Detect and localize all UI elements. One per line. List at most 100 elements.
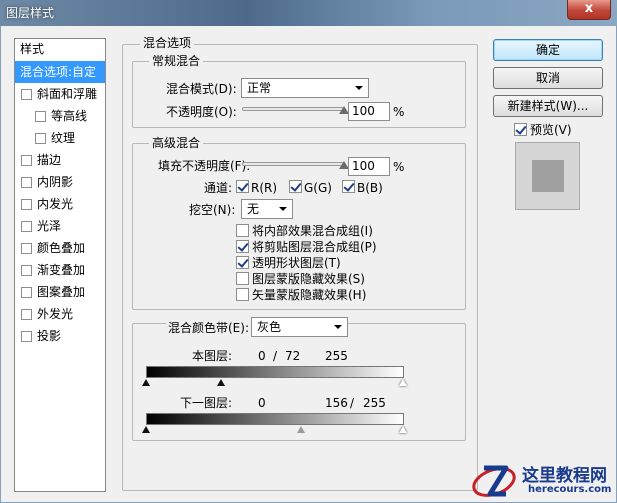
general-blending-title: 常规混合 <box>149 54 204 68</box>
opacity-label: 不透明度(O): <box>166 105 237 119</box>
fill-opacity-input[interactable]: 100 <box>348 157 390 176</box>
chevron-down-icon <box>355 86 363 90</box>
blend-mode-select[interactable]: 正常 <box>241 78 369 98</box>
style-item-contour[interactable]: 等高线 <box>15 105 105 127</box>
checkbox[interactable] <box>21 265 32 276</box>
underlying-layer-white-value: 255 <box>363 396 386 410</box>
style-item-label: 投影 <box>37 329 62 343</box>
underlying-layer-black-slider[interactable] <box>142 426 150 433</box>
style-item-label: 内发光 <box>37 197 74 211</box>
channel-g-label: G(G) <box>304 181 332 195</box>
underlying-layer-white-slider[interactable] <box>399 426 407 433</box>
preview-checkbox[interactable] <box>514 123 527 136</box>
blend-if-label: 混合颜色带(E): <box>166 320 251 336</box>
opacity-slider-track[interactable] <box>242 107 344 111</box>
style-item-label: 斜面和浮雕 <box>37 87 98 101</box>
style-item-stroke[interactable]: 描边 <box>15 149 105 171</box>
style-item-inner-glow[interactable]: 内发光 <box>15 193 105 215</box>
underlying-layer-separator: / <box>350 396 355 410</box>
style-item-label: 等高线 <box>51 109 88 123</box>
style-item-label: 纹理 <box>51 131 76 145</box>
channels-label: 通道: <box>204 181 233 195</box>
checkbox[interactable] <box>21 243 32 254</box>
layer-mask-hides-effects-checkbox[interactable] <box>236 272 249 285</box>
blend-if-select[interactable]: 灰色 <box>251 317 348 337</box>
logo-emblem-icon <box>472 465 516 497</box>
style-item-drop-shadow[interactable]: 投影 <box>15 325 105 347</box>
checkbox[interactable] <box>21 155 32 166</box>
this-layer-label: 本图层: <box>192 349 233 363</box>
watermark-url: herecours.com <box>528 484 612 495</box>
checkbox[interactable] <box>21 331 32 342</box>
style-item-satin[interactable]: 光泽 <box>15 215 105 237</box>
underlying-layer-gradient-bar <box>146 413 404 425</box>
checkbox[interactable] <box>35 111 46 122</box>
underlying-layer-white-split-value: 156 <box>325 396 348 410</box>
style-preview-thumbnail <box>515 142 580 210</box>
blend-clipped-layers-label: 将剪贴图层混合成组(P) <box>252 240 377 254</box>
style-item-outer-glow[interactable]: 外发光 <box>15 303 105 325</box>
close-icon: x <box>584 1 594 16</box>
style-item-color-overlay[interactable]: 颜色叠加 <box>15 237 105 259</box>
new-style-button[interactable]: 新建样式(W)... <box>493 95 603 117</box>
style-item-label: 外发光 <box>37 307 74 321</box>
vector-mask-hides-effects-checkbox[interactable] <box>236 288 249 301</box>
style-item-bevel-emboss[interactable]: 斜面和浮雕 <box>15 83 105 105</box>
this-layer-black-value: 0 <box>258 349 266 363</box>
this-layer-white-slider[interactable] <box>399 379 407 386</box>
opacity-input[interactable]: 100 <box>348 102 390 121</box>
style-item-label: 混合选项:自定 <box>20 65 97 79</box>
transparency-shapes-layer-checkbox[interactable] <box>236 256 249 269</box>
layer-mask-hides-effects-label: 图层蒙版隐藏效果(S) <box>252 272 365 286</box>
preview-label: 预览(V) <box>530 123 572 137</box>
blend-interior-effects-label: 将内部效果混合成组(I) <box>252 224 373 238</box>
checkbox[interactable] <box>21 199 32 210</box>
channel-b-checkbox[interactable] <box>342 180 355 193</box>
watermark-title: 这里教程网 <box>522 466 607 486</box>
fill-opacity-unit: % <box>393 160 405 174</box>
cancel-button[interactable]: 取消 <box>493 67 603 89</box>
vector-mask-hides-effects-label: 矢量蒙版隐藏效果(H) <box>252 288 367 302</box>
channel-r-label: R(R) <box>251 181 278 195</box>
style-item-label: 图案叠加 <box>37 285 86 299</box>
title-bar: 图层样式 x <box>0 0 617 26</box>
this-layer-black-slider[interactable] <box>142 379 150 386</box>
this-layer-white-value: 255 <box>325 349 348 363</box>
transparency-shapes-layer-label: 透明形状图层(T) <box>252 256 341 270</box>
watermark-logo: 这里教程网 herecours.com <box>470 460 617 503</box>
checkbox[interactable] <box>21 221 32 232</box>
checkbox[interactable] <box>21 89 32 100</box>
checkbox[interactable] <box>21 177 32 188</box>
advanced-blending-title: 高级混合 <box>149 136 204 150</box>
style-item-inner-shadow[interactable]: 内阴影 <box>15 171 105 193</box>
style-list-header: 样式 <box>20 42 45 56</box>
chevron-down-icon <box>279 207 287 211</box>
knockout-label: 挖空(N): <box>189 203 236 217</box>
style-item-label: 光泽 <box>37 219 62 233</box>
underlying-layer-white-split-slider[interactable] <box>297 426 305 433</box>
this-layer-black-split-slider[interactable] <box>217 379 225 386</box>
style-item-label: 颜色叠加 <box>37 241 86 255</box>
ok-button[interactable]: 确定 <box>493 39 603 61</box>
underlying-layer-label: 下一图层: <box>180 396 233 410</box>
style-item-blending-options[interactable]: 混合选项:自定 <box>15 61 105 83</box>
checkbox[interactable] <box>21 309 32 320</box>
channel-r-checkbox[interactable] <box>236 180 249 193</box>
blend-interior-effects-checkbox[interactable] <box>236 224 249 237</box>
style-list: 样式 混合选项:自定 斜面和浮雕 等高线 纹理 描边 内阴影 内发光 光泽 颜色… <box>14 38 106 492</box>
checkbox[interactable] <box>21 287 32 298</box>
fill-opacity-slider-track[interactable] <box>242 162 344 166</box>
style-item-gradient-overlay[interactable]: 渐变叠加 <box>15 259 105 281</box>
blend-clipped-layers-checkbox[interactable] <box>236 240 249 253</box>
this-layer-black-split-value: 72 <box>285 349 301 363</box>
checkbox[interactable] <box>35 133 46 144</box>
style-item-texture[interactable]: 纹理 <box>15 127 105 149</box>
preview-swatch <box>532 160 564 192</box>
channel-g-checkbox[interactable] <box>289 180 302 193</box>
chevron-down-icon <box>334 325 342 329</box>
close-button[interactable]: x <box>567 0 611 20</box>
fill-opacity-label: 填充不透明度(F): <box>158 159 251 173</box>
knockout-select[interactable]: 无 <box>241 199 293 219</box>
channel-b-label: B(B) <box>357 181 383 195</box>
style-item-pattern-overlay[interactable]: 图案叠加 <box>15 281 105 303</box>
